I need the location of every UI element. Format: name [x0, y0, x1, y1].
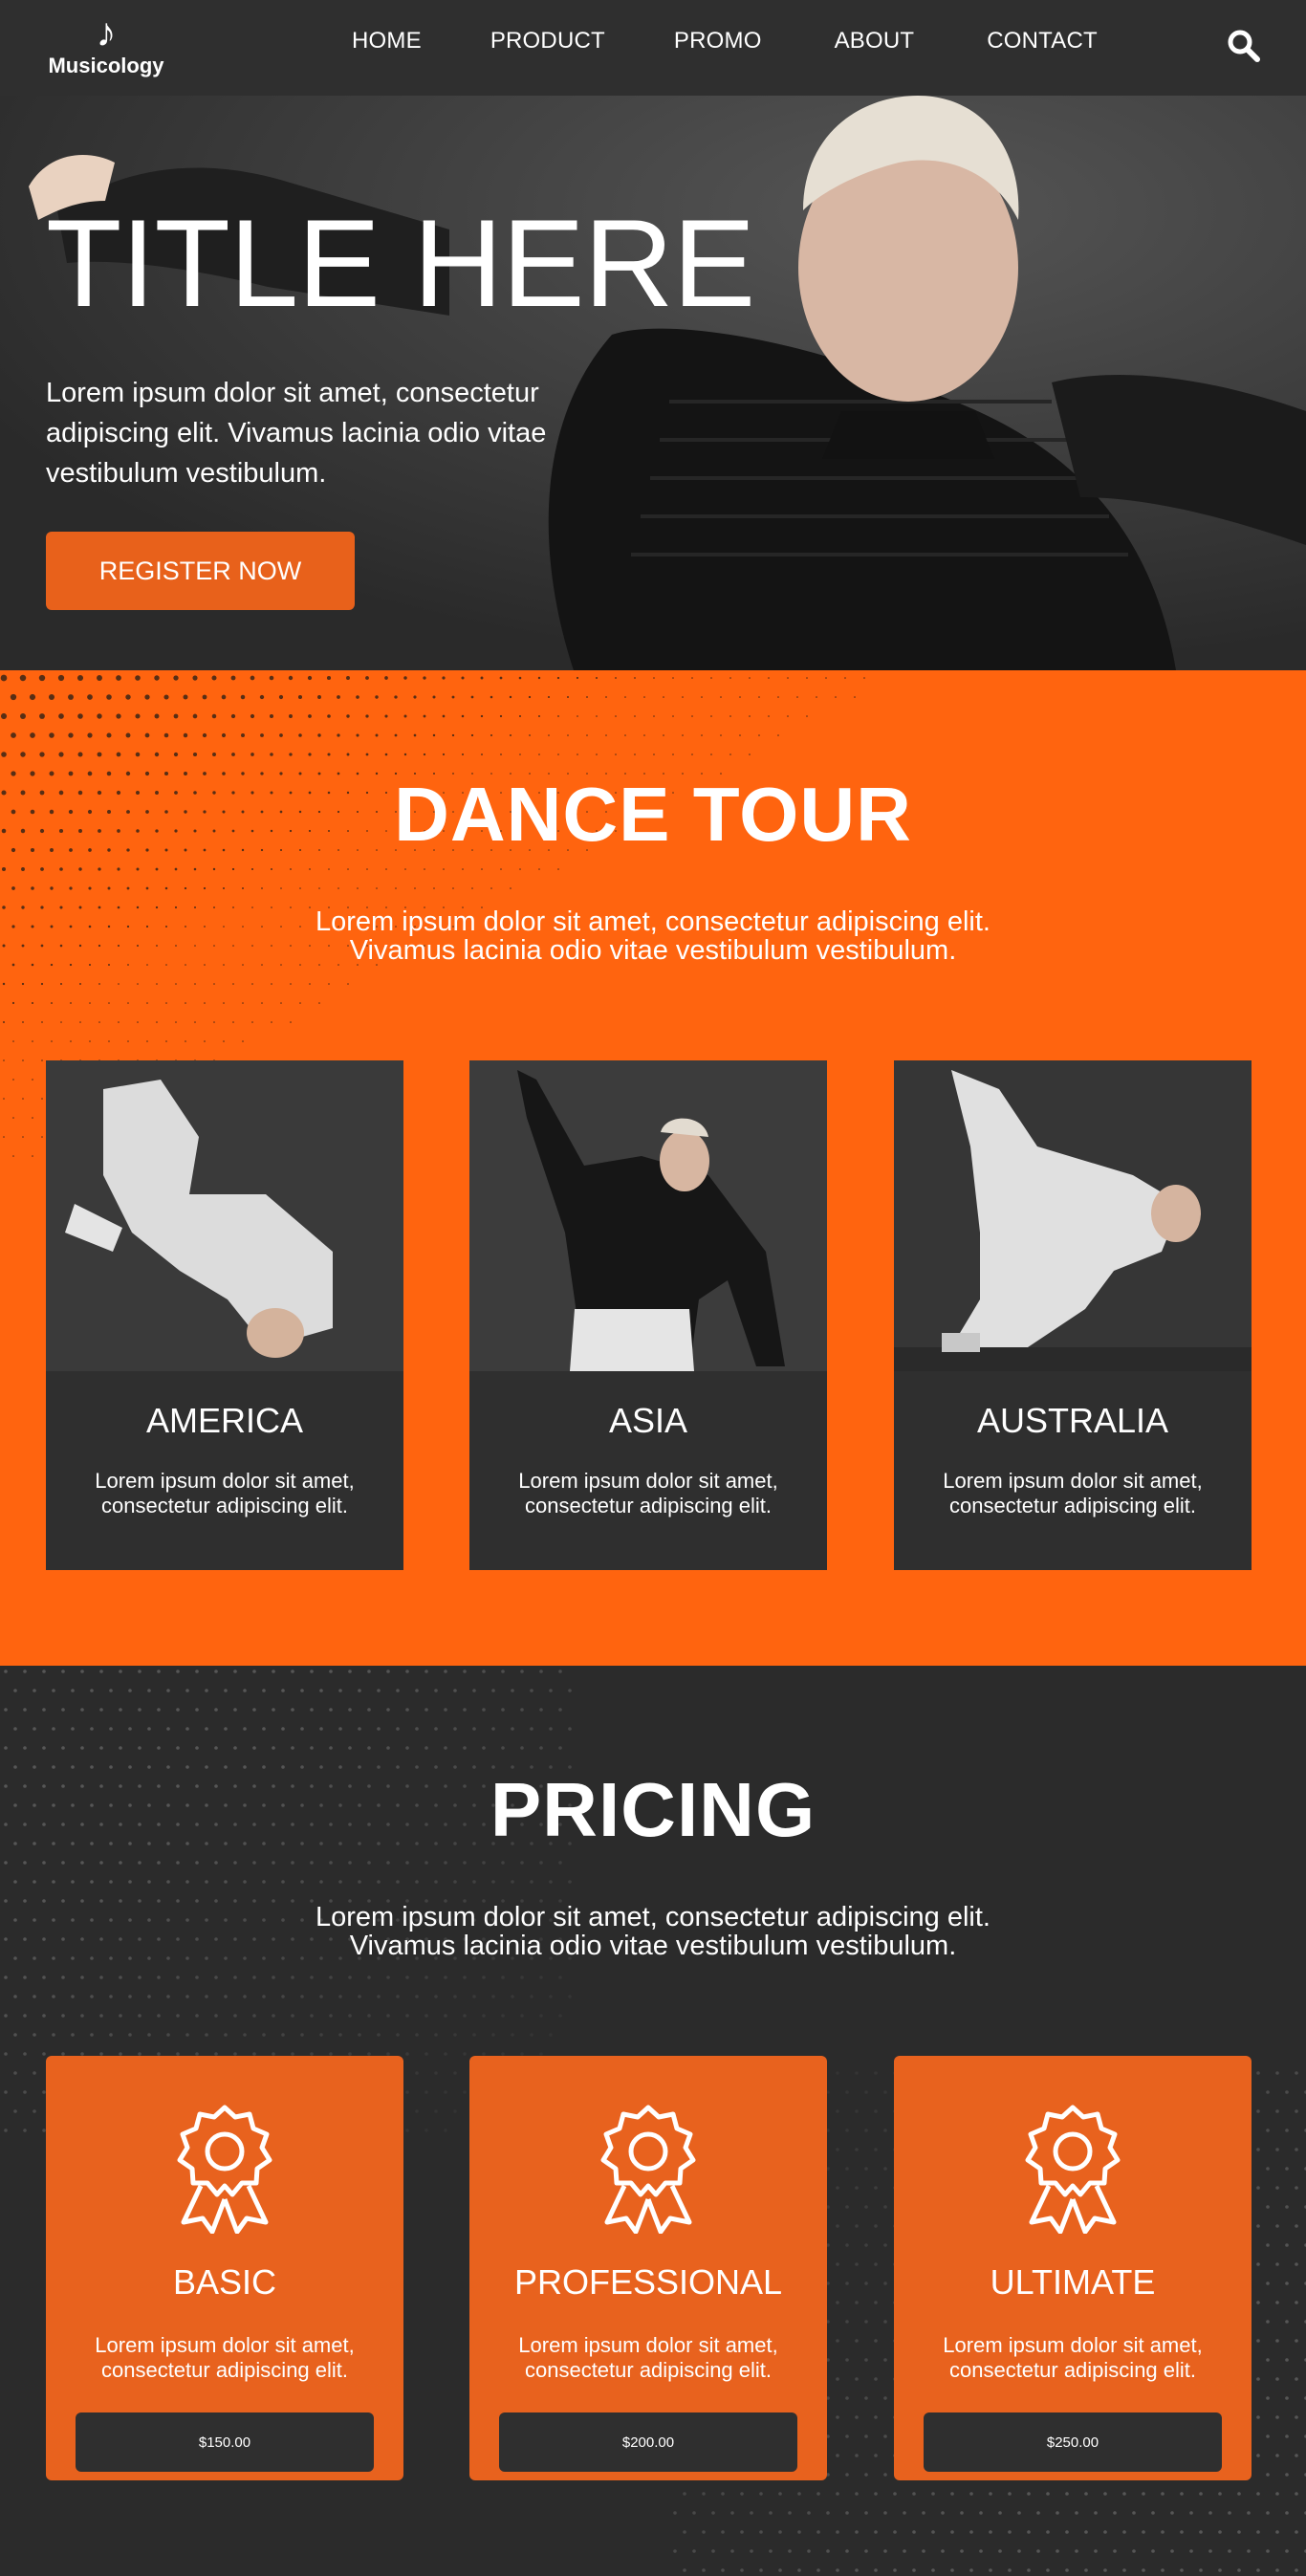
logo[interactable]: ♪ Musicology — [44, 10, 168, 82]
plan-price-button[interactable]: $150.00 — [76, 2412, 374, 2472]
dancer-photo — [46, 1060, 403, 1371]
plan-card-basic: BASIC Lorem ipsum dolor sit amet, consec… — [46, 2056, 403, 2480]
tour-card-asia[interactable]: ASIA Lorem ipsum dolor sit amet, consect… — [469, 1060, 827, 1570]
register-now-button[interactable]: REGISTER NOW — [46, 532, 355, 610]
plan-card-ultimate: ULTIMATE Lorem ipsum dolor sit amet, con… — [894, 2056, 1252, 2480]
plan-card-professional: PROFESSIONAL Lorem ipsum dolor sit amet,… — [469, 2056, 827, 2480]
top-navigation-bar: ♪ Musicology HOME PRODUCT PROMO ABOUT CO… — [0, 0, 1306, 96]
plan-description: Lorem ipsum dolor sit amet, consectetur … — [95, 2333, 355, 2382]
dance-tour-description-line2: Vivamus lacinia odio vitae vestibulum ve… — [349, 935, 957, 966]
card-description: Lorem ipsum dolor sit amet, consectetur … — [95, 1469, 355, 1517]
dance-tour-title: DANCE TOUR — [394, 772, 912, 857]
hero-description: Lorem ipsum dolor sit amet, consectetur … — [46, 378, 547, 489]
plan-title: PROFESSIONAL — [513, 2262, 783, 2302]
nav-item-contact[interactable]: CONTACT — [987, 28, 1098, 55]
tour-card-australia[interactable]: AUSTRALIA Lorem ipsum dolor sit amet, co… — [894, 1060, 1252, 1570]
pricing-description-line2: Vivamus lacinia odio vitae vestibulum ve… — [349, 1931, 957, 1961]
plan-title: BASIC — [172, 2262, 277, 2302]
main-menu: HOME PRODUCT PROMO ABOUT CONTACT — [325, 0, 1098, 82]
card-description: Lorem ipsum dolor sit amet, consectetur … — [518, 1469, 778, 1517]
dancer-photo — [469, 1060, 827, 1371]
plan-description: Lorem ipsum dolor sit amet, consectetur … — [518, 2333, 778, 2382]
pricing-description-line1: Lorem ipsum dolor sit amet, consectetur … — [316, 1902, 990, 1932]
pricing-section: PRICING Lorem ipsum dolor sit amet, cons… — [0, 1666, 1306, 2576]
plan-title: ULTIMATE — [990, 2262, 1156, 2302]
card-description: Lorem ipsum dolor sit amet, consectetur … — [943, 1469, 1203, 1517]
nav-item-promo[interactable]: PROMO — [674, 28, 762, 55]
plan-price-button[interactable]: $250.00 — [924, 2412, 1222, 2472]
tour-card-america[interactable]: AMERICA Lorem ipsum dolor sit amet, cons… — [46, 1060, 403, 1570]
brand-name: Musicology — [48, 54, 164, 77]
nav-item-home[interactable]: HOME — [352, 28, 422, 55]
nav-item-product[interactable]: PRODUCT — [490, 28, 605, 55]
plan-price-button[interactable]: $200.00 — [499, 2412, 797, 2472]
hero-banner: TITLE HERE Lorem ipsum dolor sit amet, c… — [0, 96, 1306, 670]
plan-description: Lorem ipsum dolor sit amet, consectetur … — [943, 2333, 1203, 2382]
dance-tour-section: DANCE TOUR Lorem ipsum dolor sit amet, c… — [0, 670, 1306, 1666]
award-ribbon-icon — [177, 2105, 272, 2234]
search-icon[interactable] — [1227, 29, 1261, 63]
card-title: AUSTRALIA — [976, 1401, 1169, 1440]
award-ribbon-icon — [1025, 2105, 1121, 2234]
dance-tour-description-line1: Lorem ipsum dolor sit amet, consectetur … — [316, 906, 990, 937]
card-title: ASIA — [608, 1401, 688, 1440]
pricing-title: PRICING — [490, 1767, 816, 1852]
music-note-icon: ♪ — [96, 10, 117, 55]
nav-item-about[interactable]: ABOUT — [835, 28, 915, 55]
award-ribbon-icon — [600, 2105, 696, 2234]
card-title: AMERICA — [145, 1401, 304, 1440]
hero-title: TITLE HERE — [46, 193, 755, 333]
dancer-photo — [894, 1060, 1252, 1371]
